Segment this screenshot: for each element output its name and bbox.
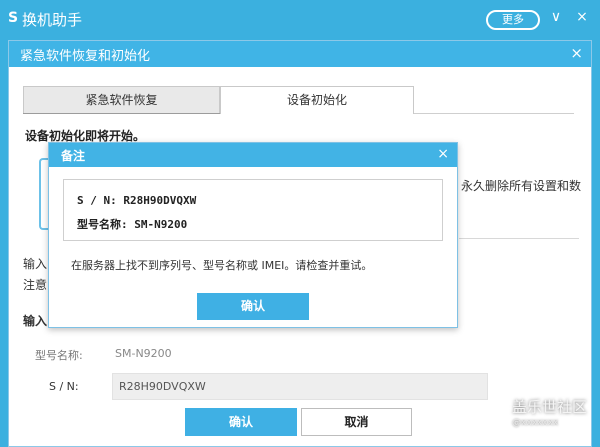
- dialog-close-icon[interactable]: ×: [570, 44, 583, 62]
- note-fragment: 注意: [23, 278, 48, 292]
- watermark-sub: @xxxxxxx: [512, 418, 559, 428]
- model-name-label: 型号名称:: [35, 349, 83, 362]
- note-modal: 备注 × S / N: R28H90DVQXW 型号名称: SM-N9200 在…: [48, 142, 458, 328]
- close-icon[interactable]: ×: [574, 9, 590, 25]
- modal-close-icon[interactable]: ×: [437, 146, 449, 162]
- warning-text: 永久删除所有设置和数: [461, 179, 582, 193]
- minimize-icon[interactable]: ∨: [548, 9, 564, 25]
- tab-emergency-restore[interactable]: 紧急软件恢复: [23, 86, 220, 114]
- modal-confirm-button[interactable]: 确认: [197, 293, 309, 320]
- watermark: 盖乐世社区: [512, 398, 588, 416]
- dialog-titlebar: 紧急软件恢复和初始化 ×: [9, 41, 591, 67]
- sn-label: S / N:: [49, 380, 79, 393]
- tab-divider: [23, 113, 220, 114]
- more-button[interactable]: 更多: [486, 10, 540, 30]
- modal-titlebar: 备注 ×: [49, 143, 457, 167]
- divider: [459, 238, 579, 239]
- tab-divider: [414, 113, 574, 114]
- modal-title: 备注: [61, 149, 86, 163]
- device-info-box: S / N: R28H90DVQXW 型号名称: SM-N9200: [63, 179, 443, 241]
- cancel-button[interactable]: 取消: [301, 408, 412, 436]
- app-logo: S: [8, 10, 19, 26]
- app-titlebar: S 换机助手 更多 ∨ ×: [0, 0, 600, 40]
- confirm-button[interactable]: 确认: [185, 408, 297, 436]
- input-heading-fragment: 输入: [23, 314, 48, 328]
- app-title: 换机助手: [22, 11, 83, 29]
- error-message: 在服务器上找不到序列号、型号名称或 IMEI。请检查并重试。: [71, 259, 373, 272]
- tab-device-init[interactable]: 设备初始化: [220, 86, 414, 114]
- sn-value: R28H90DVQXW: [119, 380, 206, 393]
- sn-field[interactable]: R28H90DVQXW: [112, 373, 488, 400]
- instruction-fragment: 输入: [23, 257, 48, 271]
- model-name-value: SM-N9200: [115, 347, 172, 360]
- dialog-title: 紧急软件恢复和初始化: [20, 49, 151, 64]
- modal-model-line: 型号名称: SM-N9200: [77, 218, 188, 231]
- modal-sn-line: S / N: R28H90DVQXW: [77, 194, 197, 207]
